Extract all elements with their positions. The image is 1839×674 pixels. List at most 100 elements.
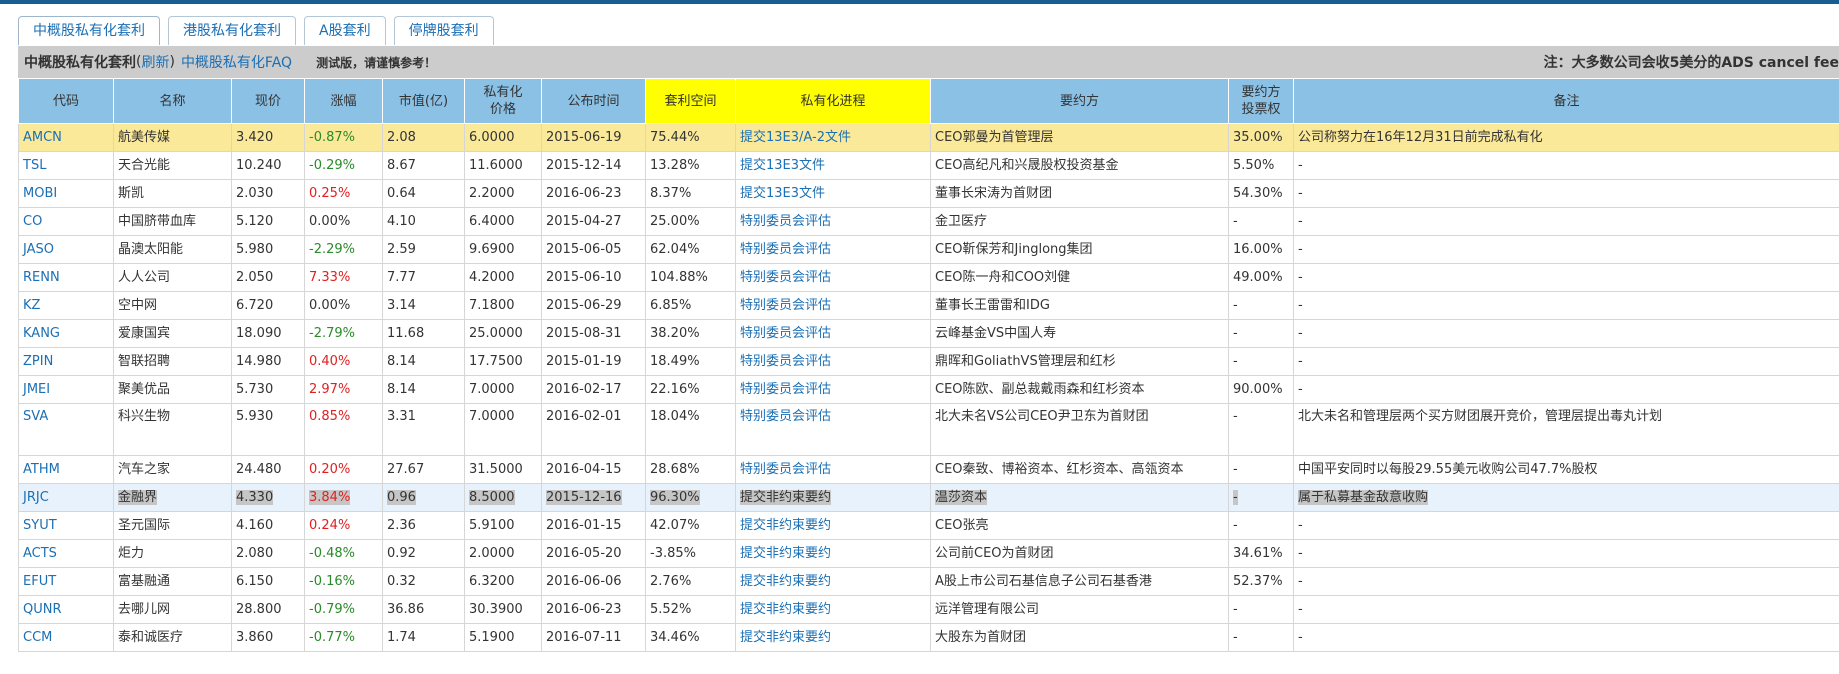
code-cell[interactable]: JASO [18, 235, 114, 264]
code-cell[interactable]: RENN [18, 263, 114, 292]
table-row[interactable]: JMEI 聚美优品 5.730 2.97% 8.14 7.0000 2016-02-17 22… [18, 375, 1839, 404]
progress-cell-text[interactable]: 提交非约束要约 [740, 630, 831, 645]
progress-cell-text[interactable]: 特别委员会评估 [740, 242, 831, 257]
code-cell-text[interactable]: ACTS [23, 546, 57, 561]
code-cell[interactable]: JMEI [18, 375, 114, 404]
code-cell-text[interactable]: JRJC [23, 490, 49, 505]
progress-cell-text[interactable]: 特别委员会评估 [740, 270, 831, 285]
col-name[interactable]: 名称 [113, 78, 232, 124]
code-cell-text[interactable]: KZ [23, 298, 40, 313]
table-row[interactable]: KZ 空中网 6.720 0.00% 3.14 7.1800 2015-06-29 6.85%… [18, 291, 1839, 320]
tab-hk[interactable]: 港股私有化套利 [168, 16, 296, 45]
col-progress[interactable]: 私有化进程 [735, 78, 931, 124]
code-cell[interactable]: KANG [18, 319, 114, 348]
code-cell-text[interactable]: ATHM [23, 462, 60, 477]
code-cell[interactable]: QUNR [18, 595, 114, 624]
code-cell[interactable]: CO [18, 207, 114, 236]
code-cell[interactable]: KZ [18, 291, 114, 320]
progress-cell[interactable]: 提交非约束要约 [735, 567, 931, 596]
table-row[interactable]: RENN 人人公司 2.050 7.33% 7.77 4.2000 2015-06-10 10… [18, 263, 1839, 292]
table-row[interactable]: CO 中国脐带血库 5.120 0.00% 4.10 6.4000 2015-04-27 25… [18, 207, 1839, 236]
table-row[interactable]: KANG 爱康国宾 18.090 -2.79% 11.68 25.0000 2015-08-… [18, 319, 1839, 348]
progress-cell[interactable]: 特别委员会评估 [735, 347, 931, 376]
code-cell-text[interactable]: RENN [23, 270, 60, 285]
table-row[interactable]: ATHM 汽车之家 24.480 0.20% 27.67 31.5000 2016-04-1… [18, 455, 1839, 484]
progress-cell[interactable]: 提交非约束要约 [735, 539, 931, 568]
col-price[interactable]: 现价 [231, 78, 305, 124]
progress-cell[interactable]: 提交13E3文件 [735, 151, 931, 180]
code-cell[interactable]: ATHM [18, 455, 114, 484]
progress-cell-text[interactable]: 特别委员会评估 [740, 462, 831, 477]
code-cell-text[interactable]: CCM [23, 630, 52, 645]
progress-cell[interactable]: 特别委员会评估 [735, 319, 931, 348]
col-change[interactable]: 涨幅 [304, 78, 383, 124]
table-row[interactable]: QUNR 去哪儿网 28.800 -0.79% 36.86 30.3900 2016-06-… [18, 595, 1839, 624]
table-row[interactable]: SYUT 圣元国际 4.160 0.24% 2.36 5.9100 2016-01-15 42… [18, 511, 1839, 540]
progress-cell-text[interactable]: 特别委员会评估 [740, 382, 831, 397]
code-cell-text[interactable]: QUNR [23, 602, 62, 617]
progress-cell-text[interactable]: 提交13E3/A-2文件 [740, 130, 851, 145]
code-cell-text[interactable]: SYUT [23, 518, 57, 533]
tab-china-concept[interactable]: 中概股私有化套利 [18, 16, 160, 45]
progress-cell-text[interactable]: 提交非约束要约 [740, 546, 831, 561]
code-cell[interactable]: TSL [18, 151, 114, 180]
progress-cell-text[interactable]: 提交13E3文件 [740, 158, 825, 173]
code-cell-text[interactable]: CO [23, 214, 42, 229]
code-cell[interactable]: JRJC [18, 483, 114, 512]
progress-cell[interactable]: 特别委员会评估 [735, 207, 931, 236]
col-date[interactable]: 公布时间 [541, 78, 646, 124]
progress-cell[interactable]: 特别委员会评估 [735, 291, 931, 320]
code-cell-text[interactable]: JASO [23, 242, 54, 257]
col-vote[interactable]: 要约方 投票权 [1228, 78, 1294, 124]
progress-cell-text[interactable]: 特别委员会评估 [740, 214, 831, 229]
progress-cell[interactable]: 特别委员会评估 [735, 403, 931, 456]
table-row[interactable]: ACTS 炬力 2.080 -0.48% 0.92 2.0000 2016-05-20 -3.… [18, 539, 1839, 568]
col-cap[interactable]: 市值(亿) [382, 78, 465, 124]
code-cell[interactable]: AMCN [18, 123, 114, 152]
code-cell[interactable]: MOBI [18, 179, 114, 208]
progress-cell-text[interactable]: 特别委员会评估 [740, 326, 831, 341]
progress-cell-text[interactable]: 提交13E3文件 [740, 186, 825, 201]
code-cell-text[interactable]: MOBI [23, 186, 57, 201]
code-cell-text[interactable]: KANG [23, 326, 60, 341]
code-cell[interactable]: EFUT [18, 567, 114, 596]
progress-cell[interactable]: 提交非约束要约 [735, 595, 931, 624]
code-cell[interactable]: SYUT [18, 511, 114, 540]
col-remark[interactable]: 备注 [1293, 78, 1839, 124]
progress-cell-text[interactable]: 特别委员会评估 [740, 298, 831, 313]
progress-cell[interactable]: 特别委员会评估 [735, 263, 931, 292]
progress-cell-text[interactable]: 提交非约束要约 [740, 574, 831, 589]
table-row[interactable]: JASO 晶澳太阳能 5.980 -2.29% 2.59 9.6900 2015-06-05… [18, 235, 1839, 264]
table-row[interactable]: SVA 科兴生物 5.930 0.85% 3.31 7.0000 2016-02-01 18.… [18, 403, 1839, 456]
refresh-link[interactable]: 刷新 [141, 52, 169, 72]
table-row[interactable]: CCM 泰和诚医疗 3.860 -0.77% 1.74 5.1900 2016-07-11 3… [18, 623, 1839, 652]
code-cell-text[interactable]: TSL [23, 158, 46, 173]
table-row[interactable]: TSL 天合光能 10.240 -0.29% 8.67 11.6000 2015-12-14… [18, 151, 1839, 180]
code-cell-text[interactable]: SVA [23, 409, 48, 424]
tab-a-share[interactable]: A股套利 [304, 16, 386, 45]
code-cell-text[interactable]: AMCN [23, 130, 62, 145]
progress-cell[interactable]: 提交非约束要约 [735, 623, 931, 652]
col-offeror[interactable]: 要约方 [930, 78, 1229, 124]
progress-cell[interactable]: 提交13E3/A-2文件 [735, 123, 931, 152]
table-row[interactable]: MOBI 斯凯 2.030 0.25% 0.64 2.2000 2016-06-23 8.37… [18, 179, 1839, 208]
code-cell-text[interactable]: EFUT [23, 574, 56, 589]
code-cell[interactable]: ZPIN [18, 347, 114, 376]
table-row[interactable]: ZPIN 智联招聘 14.980 0.40% 8.14 17.7500 2015-01-19… [18, 347, 1839, 376]
faq-link[interactable]: 中概股私有化FAQ [181, 52, 292, 72]
progress-cell[interactable]: 提交13E3文件 [735, 179, 931, 208]
progress-cell-text[interactable]: 提交非约束要约 [740, 602, 831, 617]
col-spread[interactable]: 套利空间 [645, 78, 736, 124]
code-cell[interactable]: CCM [18, 623, 114, 652]
table-row[interactable]: JRJC 金融界 4.330 3.84% 0.96 8.5000 2015-12-16 96.… [18, 483, 1839, 512]
col-code[interactable]: 代码 [18, 78, 114, 124]
progress-cell[interactable]: 特别委员会评估 [735, 235, 931, 264]
progress-cell[interactable]: 特别委员会评估 [735, 375, 931, 404]
code-cell[interactable]: SVA [18, 403, 114, 456]
progress-cell[interactable]: 提交非约束要约 [735, 511, 931, 540]
col-priv-price[interactable]: 私有化 价格 [464, 78, 542, 124]
progress-cell-text[interactable]: 提交非约束要约 [740, 518, 831, 533]
tab-suspended[interactable]: 停牌股套利 [393, 16, 494, 45]
progress-cell-text[interactable]: 特别委员会评估 [740, 409, 831, 424]
progress-cell[interactable]: 特别委员会评估 [735, 455, 931, 484]
